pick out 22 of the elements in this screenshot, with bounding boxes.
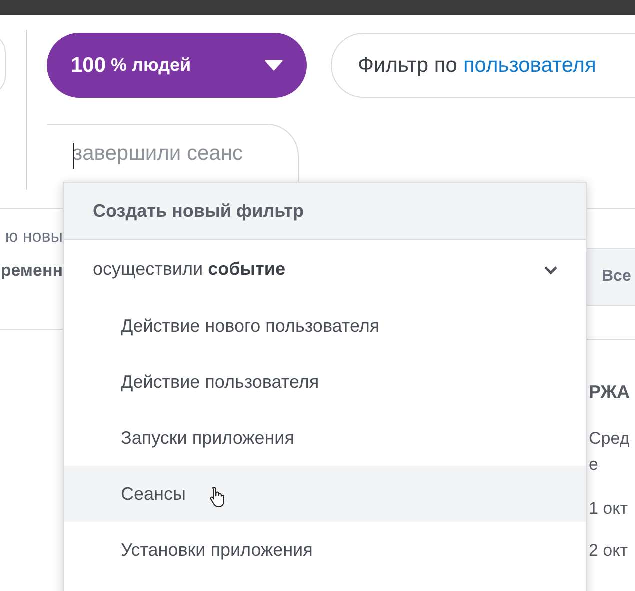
background-text: ю новы [5, 227, 63, 247]
filter-button[interactable]: Фильтр по пользователя [331, 33, 635, 98]
background-text: е [589, 455, 600, 475]
background-text: Сред [589, 429, 631, 449]
search-field[interactable]: завершили сеанс [47, 124, 299, 182]
user-filter-link[interactable]: пользователя [463, 54, 596, 78]
background-text: ременн [0, 261, 63, 281]
menu-item[interactable]: Установки приложения [64, 522, 586, 578]
menu-item[interactable]: Действие пользователя [64, 354, 586, 410]
menu-header: Создать новый фильтр [93, 200, 304, 222]
menu-item[interactable]: Сеансы [64, 466, 586, 522]
caret-icon [265, 60, 283, 71]
menu-item[interactable]: Действие нового пользователя [64, 298, 586, 354]
menu-item[interactable]: Запуски приложения [64, 410, 586, 466]
event-group-toggle[interactable]: осуществили событие [64, 240, 586, 298]
audience-dropdown[interactable]: 100 % людей [47, 33, 307, 98]
background-text: 1 окт [589, 499, 630, 519]
section-heading: РЖА [589, 382, 632, 403]
column-header: Все [602, 268, 632, 286]
chevron-down-icon [544, 266, 558, 274]
background-text: 2 окт [589, 541, 630, 561]
filter-label: Фильтр по [358, 54, 458, 78]
